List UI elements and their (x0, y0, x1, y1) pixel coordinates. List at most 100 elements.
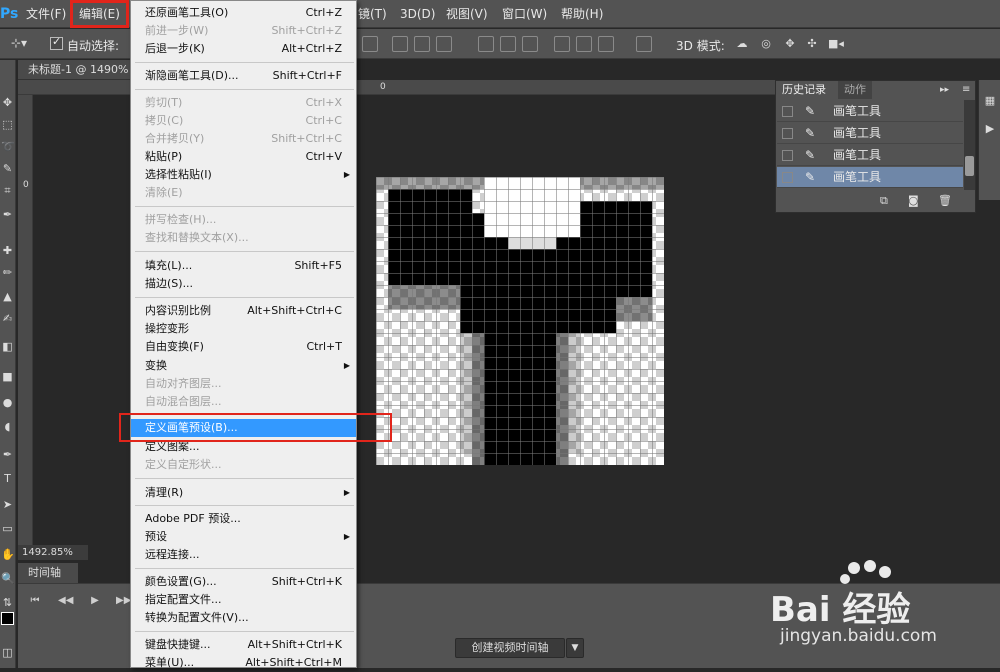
menu-item-find-replace[interactable]: 查找和替换文本(X)... (145, 229, 356, 247)
history-source-checkbox[interactable] (782, 106, 793, 117)
first-frame-icon[interactable]: ⏮ (28, 594, 42, 608)
menu-help[interactable]: 帮助(H) (555, 0, 609, 28)
trash-icon[interactable]: 🗑 (938, 194, 952, 207)
create-video-timeline-button[interactable]: 创建视频时间轴 (455, 638, 565, 658)
swap-colors-icon[interactable]: ⇅ (1, 596, 14, 609)
menu-item-menus[interactable]: 菜单(U)... Alt+Shift+Ctrl+M (145, 654, 356, 672)
menu-item-remote-connections[interactable]: 远程连接... (145, 546, 356, 564)
new-document-from-state-icon[interactable]: ⧉ (880, 194, 888, 208)
previous-frame-icon[interactable]: ◀◀ (58, 594, 73, 608)
marquee-tool-icon[interactable]: ⬚ (1, 118, 14, 131)
distribute-bottom-icon[interactable] (522, 36, 538, 52)
panel-menu-icon[interactable]: ≡ (956, 81, 976, 99)
gradient-tool-icon[interactable]: ■ (1, 370, 14, 383)
distribute-top-icon[interactable] (478, 36, 494, 52)
panel-collapse-icon[interactable]: ▸▸ (934, 81, 955, 99)
auto-align-icon[interactable] (636, 36, 652, 52)
camera-icon[interactable]: ◙ (908, 194, 919, 207)
menu-filter[interactable]: 镜(T) (352, 0, 393, 28)
history-row[interactable]: ✎ 画笔工具 (777, 145, 963, 166)
menu-item-free-transform[interactable]: 自由变换(F) Ctrl+T (145, 338, 356, 356)
history-brush-icon[interactable]: ✍ (1, 312, 14, 325)
pen-tool-icon[interactable]: ✒ (1, 448, 14, 461)
quick-select-tool-icon[interactable]: ✎ (1, 162, 14, 175)
dodge-tool-icon[interactable]: ◖ (1, 420, 14, 433)
brush-tool-icon[interactable]: ✏ (1, 266, 14, 279)
align-vcenter-icon[interactable] (392, 36, 408, 52)
history-source-checkbox[interactable] (782, 128, 793, 139)
path-select-icon[interactable]: ➤ (1, 498, 14, 511)
history-row[interactable]: ✎ 画笔工具 (777, 101, 963, 122)
menu-file[interactable]: 文件(F) (20, 0, 72, 28)
play-icon[interactable]: ▶ (88, 594, 102, 608)
menu-item-puppet-warp[interactable]: 操控变形 (145, 320, 356, 338)
stamp-tool-icon[interactable]: ▲ (1, 290, 14, 303)
menu-item-spell-check[interactable]: 拼写检查(H)... (145, 211, 356, 229)
menu-item-clear[interactable]: 清除(E) (145, 184, 356, 202)
next-frame-icon[interactable]: ▶▶ (116, 594, 131, 608)
timeline-tab[interactable]: 时间轴 (18, 563, 78, 583)
history-source-checkbox[interactable] (782, 172, 793, 183)
quick-mask-icon[interactable]: ◫ (1, 646, 14, 659)
menu-item-assign-profile[interactable]: 指定配置文件... (145, 591, 356, 609)
lasso-tool-icon[interactable]: ➰ (1, 140, 15, 153)
menu-window[interactable]: 窗口(W) (496, 0, 553, 28)
menu-item-convert-profile[interactable]: 转换为配置文件(V)... (145, 609, 356, 627)
play-panel-icon[interactable]: ▶ (983, 122, 997, 135)
menu-item-copy[interactable]: 拷贝(C) Ctrl+C (145, 112, 356, 130)
menu-item-color-settings[interactable]: 颜色设置(G)... Shift+Ctrl+K (145, 573, 356, 591)
distribute-vcenter-icon[interactable] (500, 36, 516, 52)
blur-tool-icon[interactable]: ● (1, 396, 14, 409)
3d-scale-icon[interactable]: ■◂ (828, 37, 844, 50)
eyedropper-tool-icon[interactable]: ✒ (1, 208, 14, 221)
history-source-checkbox[interactable] (782, 150, 793, 161)
menu-item-auto-align-layers[interactable]: 自动对齐图层... (145, 375, 356, 393)
menu-item-define-custom-shape[interactable]: 定义自定形状... (145, 456, 356, 474)
chevron-down-icon[interactable]: ▼ (566, 638, 584, 658)
history-row[interactable]: ✎ 画笔工具 (777, 123, 963, 144)
document-canvas[interactable] (376, 177, 664, 465)
document-tab[interactable]: 未标题-1 @ 1490% (18, 60, 138, 80)
menu-item-paste-special[interactable]: 选择性粘贴(I) ▶ (145, 166, 356, 184)
menu-item-cut[interactable]: 剪切(T) Ctrl+X (145, 94, 356, 112)
menu-item-transform[interactable]: 变换 ▶ (145, 357, 356, 375)
menu-item-presets[interactable]: 预设 ▶ (145, 528, 356, 546)
move-tool-preset-icon[interactable]: ⊹▾ (4, 37, 34, 50)
history-scrollbar[interactable] (964, 100, 975, 190)
3d-slide-icon[interactable]: ✣ (804, 37, 820, 50)
menu-item-auto-blend-layers[interactable]: 自动混合图层... (145, 393, 356, 411)
menu-item-stroke[interactable]: 描边(S)... (145, 275, 356, 293)
distribute-hcenter-icon[interactable] (576, 36, 592, 52)
distribute-left-icon[interactable] (554, 36, 570, 52)
menu-edit[interactable]: 编辑(E) (70, 0, 129, 28)
menu-view[interactable]: 视图(V) (440, 0, 494, 28)
align-bottom-icon[interactable] (414, 36, 430, 52)
menu-item-content-aware-scale[interactable]: 内容识别比例 Alt+Shift+Ctrl+C (145, 302, 356, 320)
menu-item-step-forward[interactable]: 前进一步(W) Shift+Ctrl+Z (145, 22, 356, 40)
menu-3d[interactable]: 3D(D) (394, 0, 441, 28)
menu-item-step-backward[interactable]: 后退一步(K) Alt+Ctrl+Z (145, 40, 356, 58)
align-left-icon[interactable] (436, 36, 452, 52)
type-tool-icon[interactable]: T (1, 472, 14, 485)
healing-tool-icon[interactable]: ✚ (1, 244, 14, 257)
menu-item-keyboard-shortcuts[interactable]: 键盘快捷键... Alt+Shift+Ctrl+K (145, 636, 356, 654)
align-top-icon[interactable] (362, 36, 378, 52)
shape-tool-icon[interactable]: ▭ (1, 522, 14, 535)
tab-history[interactable]: 历史记录 (776, 81, 832, 99)
3d-rotate-icon[interactable]: ☁ (734, 37, 750, 50)
move-tool-icon[interactable]: ✥ (1, 96, 14, 109)
foreground-color-swatch[interactable] (1, 612, 14, 625)
zoom-tool-icon[interactable]: 🔍 (1, 572, 15, 585)
eraser-tool-icon[interactable]: ◧ (1, 340, 14, 353)
menu-item-purge[interactable]: 清理(R) ▶ (145, 484, 356, 502)
history-scrollbar-thumb[interactable] (965, 156, 974, 176)
3d-pan-icon[interactable]: ✥ (782, 37, 798, 50)
zoom-level[interactable]: 1492.85% (18, 545, 88, 560)
menu-item-copy-merged[interactable]: 合并拷贝(Y) Shift+Ctrl+C (145, 130, 356, 148)
menu-item-paste[interactable]: 粘贴(P) Ctrl+V (145, 148, 356, 166)
menu-item-fade[interactable]: 渐隐画笔工具(D)... Shift+Ctrl+F (145, 67, 356, 85)
3d-roll-icon[interactable]: ◎ (758, 37, 774, 50)
tab-actions[interactable]: 动作 (838, 81, 872, 99)
menu-item-fill[interactable]: 填充(L)... Shift+F5 (145, 257, 356, 275)
crop-tool-icon[interactable]: ⌗ (1, 184, 14, 197)
